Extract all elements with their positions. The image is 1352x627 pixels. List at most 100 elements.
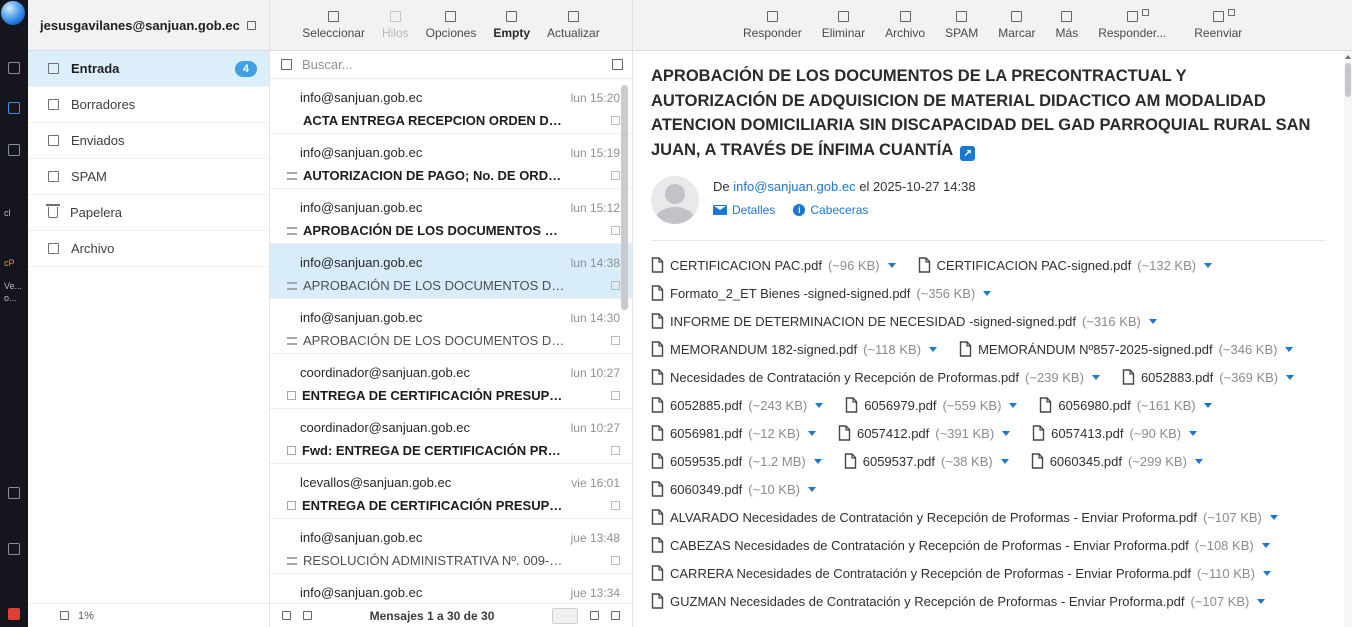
message-row[interactable]: info@sanjuan.gob.ec jue 13:34 <box>270 574 632 603</box>
attachment-menu-caret[interactable] <box>888 263 896 268</box>
attachment[interactable]: MEMORANDUM 182-signed.pdf (~118 KB) <box>651 335 937 363</box>
list-toolbar-button[interactable]: Empty <box>493 10 530 40</box>
sender-email-link[interactable]: info@sanjuan.gob.ec <box>733 179 855 194</box>
attachment-menu-caret[interactable] <box>1092 375 1100 380</box>
dropdown-mini-icon[interactable] <box>1142 9 1149 16</box>
attachment-menu-caret[interactable] <box>1149 319 1157 324</box>
attachment[interactable]: GUZMAN Necesidades de Contratación y Rec… <box>651 587 1265 615</box>
scroll-up-arrow-icon[interactable] <box>1345 55 1351 59</box>
message-row[interactable]: coordinador@sanjuan.gob.ec lun 10:27 ENT… <box>270 354 632 409</box>
attachment-menu-caret[interactable] <box>814 459 822 464</box>
attachment[interactable]: 6059535.pdf (~1.2 MB) <box>651 447 822 475</box>
message-row[interactable]: coordinador@sanjuan.gob.ec lun 10:27 Fwd… <box>270 409 632 464</box>
message-row[interactable]: info@sanjuan.gob.ec jue 13:48 RESOLUCIÓN… <box>270 519 632 574</box>
folder-item[interactable]: SPAM <box>28 159 269 195</box>
taskbar-icon-active[interactable] <box>8 102 20 114</box>
flag-checkbox[interactable] <box>611 446 620 455</box>
list-toolbar-button[interactable]: Opciones <box>426 10 477 40</box>
message-row[interactable]: info@sanjuan.gob.ec lun 14:38 APROBACIÓN… <box>270 244 632 299</box>
flag-checkbox[interactable] <box>611 556 620 565</box>
details-button[interactable]: Detalles <box>713 203 775 217</box>
attachment-menu-caret[interactable] <box>1270 515 1278 520</box>
folder-item[interactable]: Archivo <box>28 231 269 267</box>
message-toolbar-button[interactable]: Responder... <box>1098 10 1166 40</box>
attachment[interactable]: 6060349.pdf (~10 KB) <box>651 475 816 503</box>
attachment-menu-caret[interactable] <box>1257 599 1265 604</box>
attachment-menu-caret[interactable] <box>1285 347 1293 352</box>
attachment-menu-caret[interactable] <box>808 487 816 492</box>
message-toolbar-button[interactable]: Reenviar <box>1194 10 1242 40</box>
message-toolbar-button[interactable]: Eliminar <box>822 10 865 40</box>
message-row[interactable]: info@sanjuan.gob.ec lun 15:19 AUTORIZACI… <box>270 134 632 189</box>
search-bar[interactable]: Buscar... <box>270 51 632 79</box>
search-input[interactable]: Buscar... <box>302 57 602 72</box>
page-indicator[interactable] <box>552 608 578 624</box>
popout-icon[interactable] <box>247 21 256 30</box>
select-all-checkbox[interactable] <box>281 59 292 70</box>
flag-checkbox[interactable] <box>611 391 620 400</box>
list-toolbar-button[interactable]: Actualizar <box>547 10 600 40</box>
external-link-icon[interactable] <box>960 146 975 161</box>
taskbar-icon[interactable] <box>8 62 20 74</box>
message-toolbar-button[interactable]: Archivo <box>885 10 925 40</box>
attachment[interactable]: Necesidades de Contratación y Recepción … <box>651 363 1100 391</box>
attachment-menu-caret[interactable] <box>808 431 816 436</box>
attachment[interactable]: 6056980.pdf (~161 KB) <box>1039 391 1211 419</box>
message-toolbar-button[interactable]: Más <box>1056 10 1079 40</box>
dropdown-mini-icon[interactable] <box>1228 9 1235 16</box>
folder-item[interactable]: Entrada 4 <box>28 51 269 87</box>
message-row[interactable]: info@sanjuan.gob.ec lun 15:20 ACTA ENTRE… <box>270 79 632 134</box>
list-toolbar-button[interactable]: Hilos <box>382 10 409 40</box>
attachment-menu-caret[interactable] <box>1002 431 1010 436</box>
taskbar-icon[interactable] <box>8 543 20 555</box>
flag-checkbox[interactable] <box>611 226 620 235</box>
taskbar-icon[interactable] <box>8 144 20 156</box>
flag-checkbox[interactable] <box>611 281 620 290</box>
attachment[interactable]: 6052883.pdf (~369 KB) <box>1122 363 1294 391</box>
attachment-menu-caret[interactable] <box>1262 543 1270 548</box>
attachment-menu-caret[interactable] <box>1189 431 1197 436</box>
attachment[interactable]: 6060345.pdf (~299 KB) <box>1031 447 1203 475</box>
attachment[interactable]: CERTIFICACION PAC-signed.pdf (~132 KB) <box>918 251 1212 279</box>
flag-checkbox[interactable] <box>611 501 620 510</box>
attachment-menu-caret[interactable] <box>1204 403 1212 408</box>
list-footer-icon[interactable] <box>303 611 312 620</box>
attachment[interactable]: 6057412.pdf (~391 KB) <box>838 419 1010 447</box>
message-row[interactable]: info@sanjuan.gob.ec lun 15:12 APROBACIÓN… <box>270 189 632 244</box>
attachment[interactable]: MEMORÁNDUM Nº857-2025-signed.pdf (~346 K… <box>959 335 1293 363</box>
attachment[interactable]: INFORME DE DETERMINACION DE NECESIDAD -s… <box>651 307 1157 335</box>
attachment-menu-caret[interactable] <box>1009 403 1017 408</box>
headers-button[interactable]: Cabeceras <box>793 203 868 217</box>
attachment-menu-caret[interactable] <box>983 291 991 296</box>
folder-item[interactable]: Borradores <box>28 87 269 123</box>
attachment[interactable]: 6056979.pdf (~559 KB) <box>845 391 1017 419</box>
attachment-menu-caret[interactable] <box>1195 459 1203 464</box>
attachment-menu-caret[interactable] <box>929 347 937 352</box>
list-scrollbar-thumb[interactable] <box>621 85 628 310</box>
attachment[interactable]: 6052885.pdf (~243 KB) <box>651 391 823 419</box>
flag-checkbox[interactable] <box>611 116 620 125</box>
attachment-menu-caret[interactable] <box>1204 263 1212 268</box>
page-nav-icon[interactable] <box>590 611 599 620</box>
message-row[interactable]: info@sanjuan.gob.ec lun 14:30 APROBACIÓN… <box>270 299 632 354</box>
attachment[interactable]: CABEZAS Necesidades de Contratación y Re… <box>651 531 1270 559</box>
message-row[interactable]: lcevallos@sanjuan.gob.ec vie 16:01 ENTRE… <box>270 464 632 519</box>
attachment[interactable]: CERTIFICACION PAC.pdf (~96 KB) <box>651 251 896 279</box>
flag-checkbox[interactable] <box>611 171 620 180</box>
search-options-icon[interactable] <box>612 59 623 70</box>
browser-logo-icon[interactable] <box>1 1 25 25</box>
attachment[interactable]: 6057413.pdf (~90 KB) <box>1032 419 1197 447</box>
attachment[interactable]: CARRERA Necesidades de Contratación y Re… <box>651 559 1271 587</box>
reading-pane-scrollbar[interactable] <box>1344 51 1352 627</box>
message-toolbar-button[interactable]: Marcar <box>998 10 1035 40</box>
attachment-menu-caret[interactable] <box>815 403 823 408</box>
scrollbar-thumb[interactable] <box>1345 63 1351 97</box>
attachment[interactable]: ALVARADO Necesidades de Contratación y R… <box>651 503 1278 531</box>
taskbar-icon-red[interactable] <box>8 608 20 620</box>
message-toolbar-button[interactable]: Responder <box>743 10 802 40</box>
attachment-menu-caret[interactable] <box>1286 375 1294 380</box>
list-toolbar-button[interactable]: Seleccionar <box>302 10 365 40</box>
folder-item[interactable]: Enviados <box>28 123 269 159</box>
message-toolbar-button[interactable]: SPAM <box>945 10 978 40</box>
attachment[interactable]: Formato_2_ET Bienes -signed-signed.pdf (… <box>651 279 991 307</box>
